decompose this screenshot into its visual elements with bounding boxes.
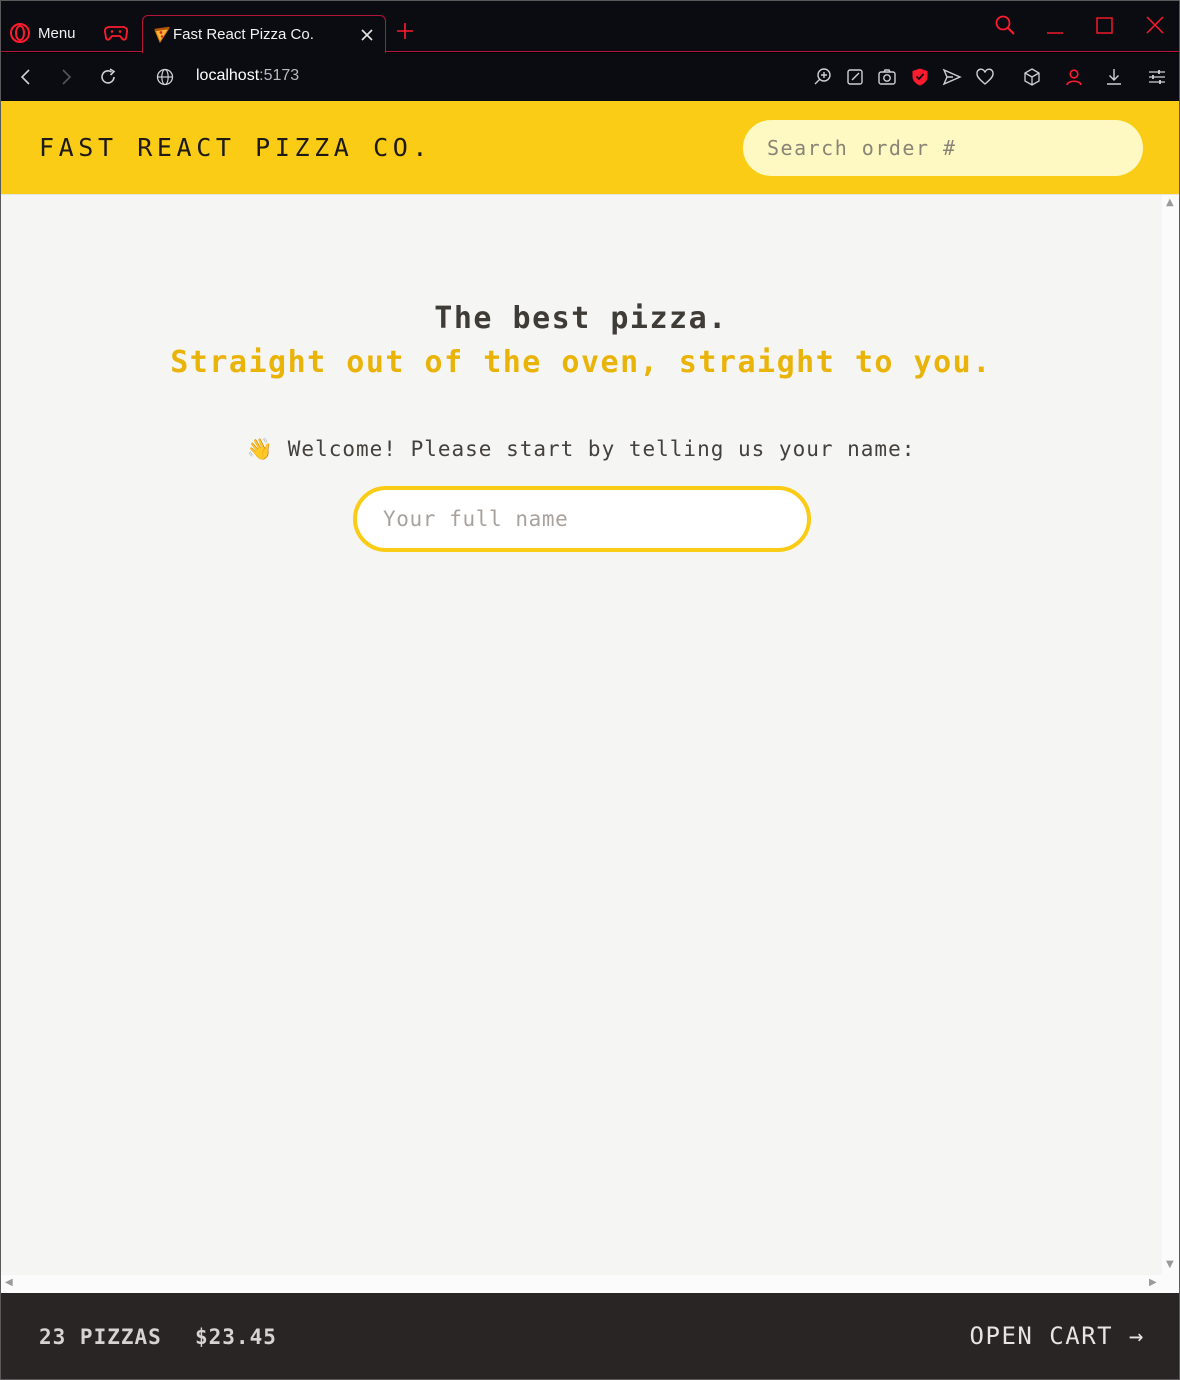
reload-icon[interactable] xyxy=(98,67,118,87)
zoom-icon[interactable] xyxy=(813,67,833,87)
heart-icon[interactable] xyxy=(975,67,995,87)
download-icon[interactable] xyxy=(1104,67,1124,87)
maximize-icon[interactable] xyxy=(1094,14,1116,36)
browser-titlebar: Menu Fast React Pizza Co. xyxy=(0,0,1180,53)
close-window-icon[interactable] xyxy=(1144,14,1166,36)
camera-icon[interactable] xyxy=(877,67,897,87)
scroll-up-icon[interactable]: ▲ xyxy=(1166,197,1174,208)
settings-icon[interactable] xyxy=(1147,67,1167,87)
cart-pizza-count: 23 pizzas xyxy=(39,1325,162,1349)
vertical-scrollbar[interactable]: ▲ ▼ xyxy=(1162,195,1179,1275)
browser-menu-label: Menu xyxy=(38,24,76,42)
gamepad-icon[interactable] xyxy=(104,24,128,42)
scroll-left-icon[interactable]: ◀ xyxy=(5,1277,13,1288)
cart-total-price: $23.45 xyxy=(195,1325,277,1349)
browser-addressbar: localhost:5173 xyxy=(0,53,1180,101)
hero-subtitle: Straight out of the oven, straight to yo… xyxy=(170,345,992,380)
browser-tab-active[interactable]: Fast React Pizza Co. xyxy=(142,15,386,53)
back-icon[interactable] xyxy=(16,67,36,87)
welcome-text: Welcome! Please start by telling us your… xyxy=(287,437,916,461)
address-url[interactable]: localhost:5173 xyxy=(196,67,299,85)
app-header: Fast React Pizza Co. xyxy=(1,101,1179,195)
account-icon[interactable] xyxy=(1064,67,1084,87)
globe-icon[interactable] xyxy=(155,67,175,87)
minimize-icon[interactable] xyxy=(1044,14,1066,36)
scroll-down-icon[interactable]: ▼ xyxy=(1166,1259,1174,1270)
full-name-input[interactable] xyxy=(353,486,811,552)
pizza-favicon-icon xyxy=(154,26,171,43)
scroll-right-icon[interactable]: ▶ xyxy=(1149,1277,1157,1288)
search-order-input[interactable] xyxy=(743,120,1143,176)
browser-menu-button[interactable]: Menu xyxy=(10,20,76,46)
tab-title: Fast React Pizza Co. xyxy=(173,26,314,43)
waving-hand-icon: 👋 xyxy=(246,437,274,461)
close-icon[interactable] xyxy=(359,27,375,43)
search-icon[interactable] xyxy=(994,14,1016,36)
snapshot-edit-icon[interactable] xyxy=(845,67,865,87)
url-port: :5173 xyxy=(259,67,300,84)
shield-icon[interactable] xyxy=(910,67,930,87)
cart-overview: 23 pizzas $23.45 Open cart → xyxy=(1,1293,1179,1379)
open-cart-link[interactable]: Open cart → xyxy=(970,1322,1145,1350)
horizontal-scrollbar[interactable]: ◀ ▶ xyxy=(1,1275,1179,1293)
cube-icon[interactable] xyxy=(1022,67,1042,87)
welcome-message: 👋 Welcome! Please start by telling us you… xyxy=(1,437,1161,462)
forward-icon[interactable] xyxy=(56,67,76,87)
plus-icon[interactable] xyxy=(396,22,414,40)
url-host: localhost xyxy=(196,67,260,84)
page-viewport: Fast React Pizza Co. The best pizza. Str… xyxy=(1,101,1179,1293)
opera-logo-icon xyxy=(10,23,30,43)
send-icon[interactable] xyxy=(942,67,962,87)
hero-title: The best pizza. xyxy=(434,301,728,336)
app-logo-link[interactable]: Fast React Pizza Co. xyxy=(39,133,432,162)
